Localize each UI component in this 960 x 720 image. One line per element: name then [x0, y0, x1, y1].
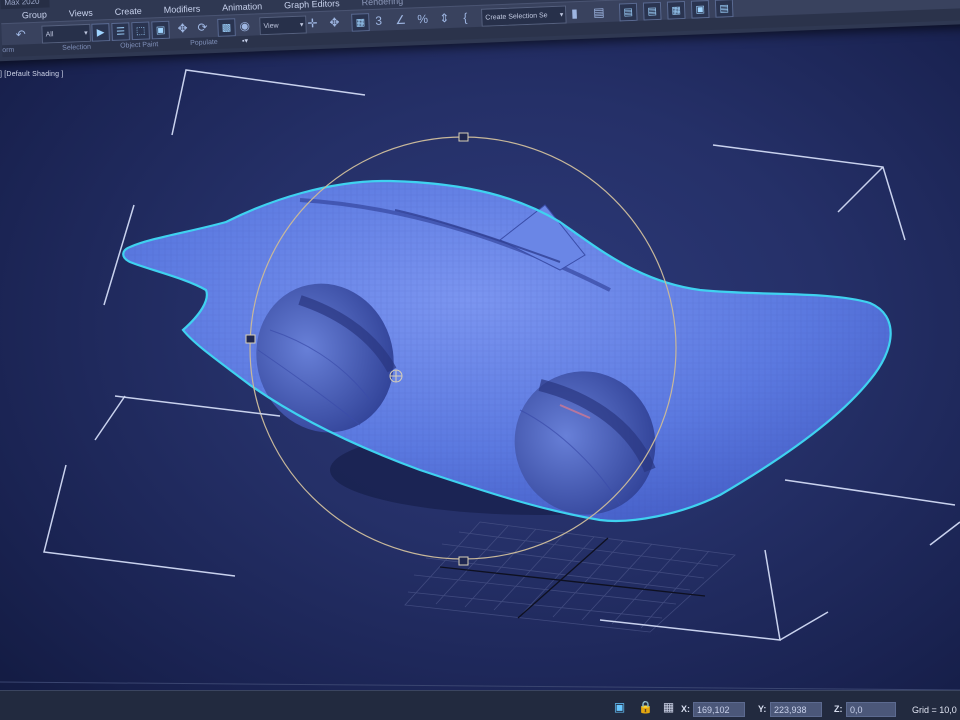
bracket-top-right-diag: [837, 166, 884, 213]
mesh-texture: [123, 180, 891, 521]
x-label: X:: [681, 704, 690, 714]
gizmo-handle-left: [245, 334, 256, 344]
gizmo-handle-top: [458, 132, 469, 142]
gizmo-handle-bottom: [458, 556, 469, 566]
bracket-right-edge: [929, 521, 960, 546]
bracket-top-right: [712, 144, 906, 241]
pivot-icon: [389, 369, 403, 383]
status-bar: ▣ 🔒 ▦ X: 169,102 Y: 223,938 Z: 0,0 Grid …: [0, 690, 960, 720]
screen: Max 2020 Group Views Create Modifiers An…: [0, 0, 960, 720]
z-coordinate-field[interactable]: 0,0: [846, 702, 896, 717]
perspective-viewport[interactable]: [0, 0, 960, 720]
z-label: Z:: [834, 704, 843, 714]
x-coordinate-field[interactable]: 169,102: [693, 702, 745, 717]
bracket-right-middle: [784, 479, 956, 506]
bracket-top-left: [171, 69, 366, 136]
y-label: Y:: [758, 704, 767, 714]
isolate-selection-icon[interactable]: ▣: [613, 701, 626, 714]
bracket-bottom-right-diag: [779, 611, 829, 641]
lock-icon[interactable]: 🔒: [638, 701, 653, 714]
absolute-mode-icon[interactable]: ▦: [662, 701, 675, 714]
grid-size-readout: Grid = 10,0: [912, 705, 957, 715]
y-coordinate-field[interactable]: 223,938: [770, 702, 822, 717]
bracket-left-middle: [94, 395, 126, 441]
home-grid-axes: [439, 537, 706, 619]
bracket-left-lower: [114, 395, 281, 417]
home-grid: [404, 521, 736, 633]
bracket-bottom-left: [43, 464, 236, 577]
